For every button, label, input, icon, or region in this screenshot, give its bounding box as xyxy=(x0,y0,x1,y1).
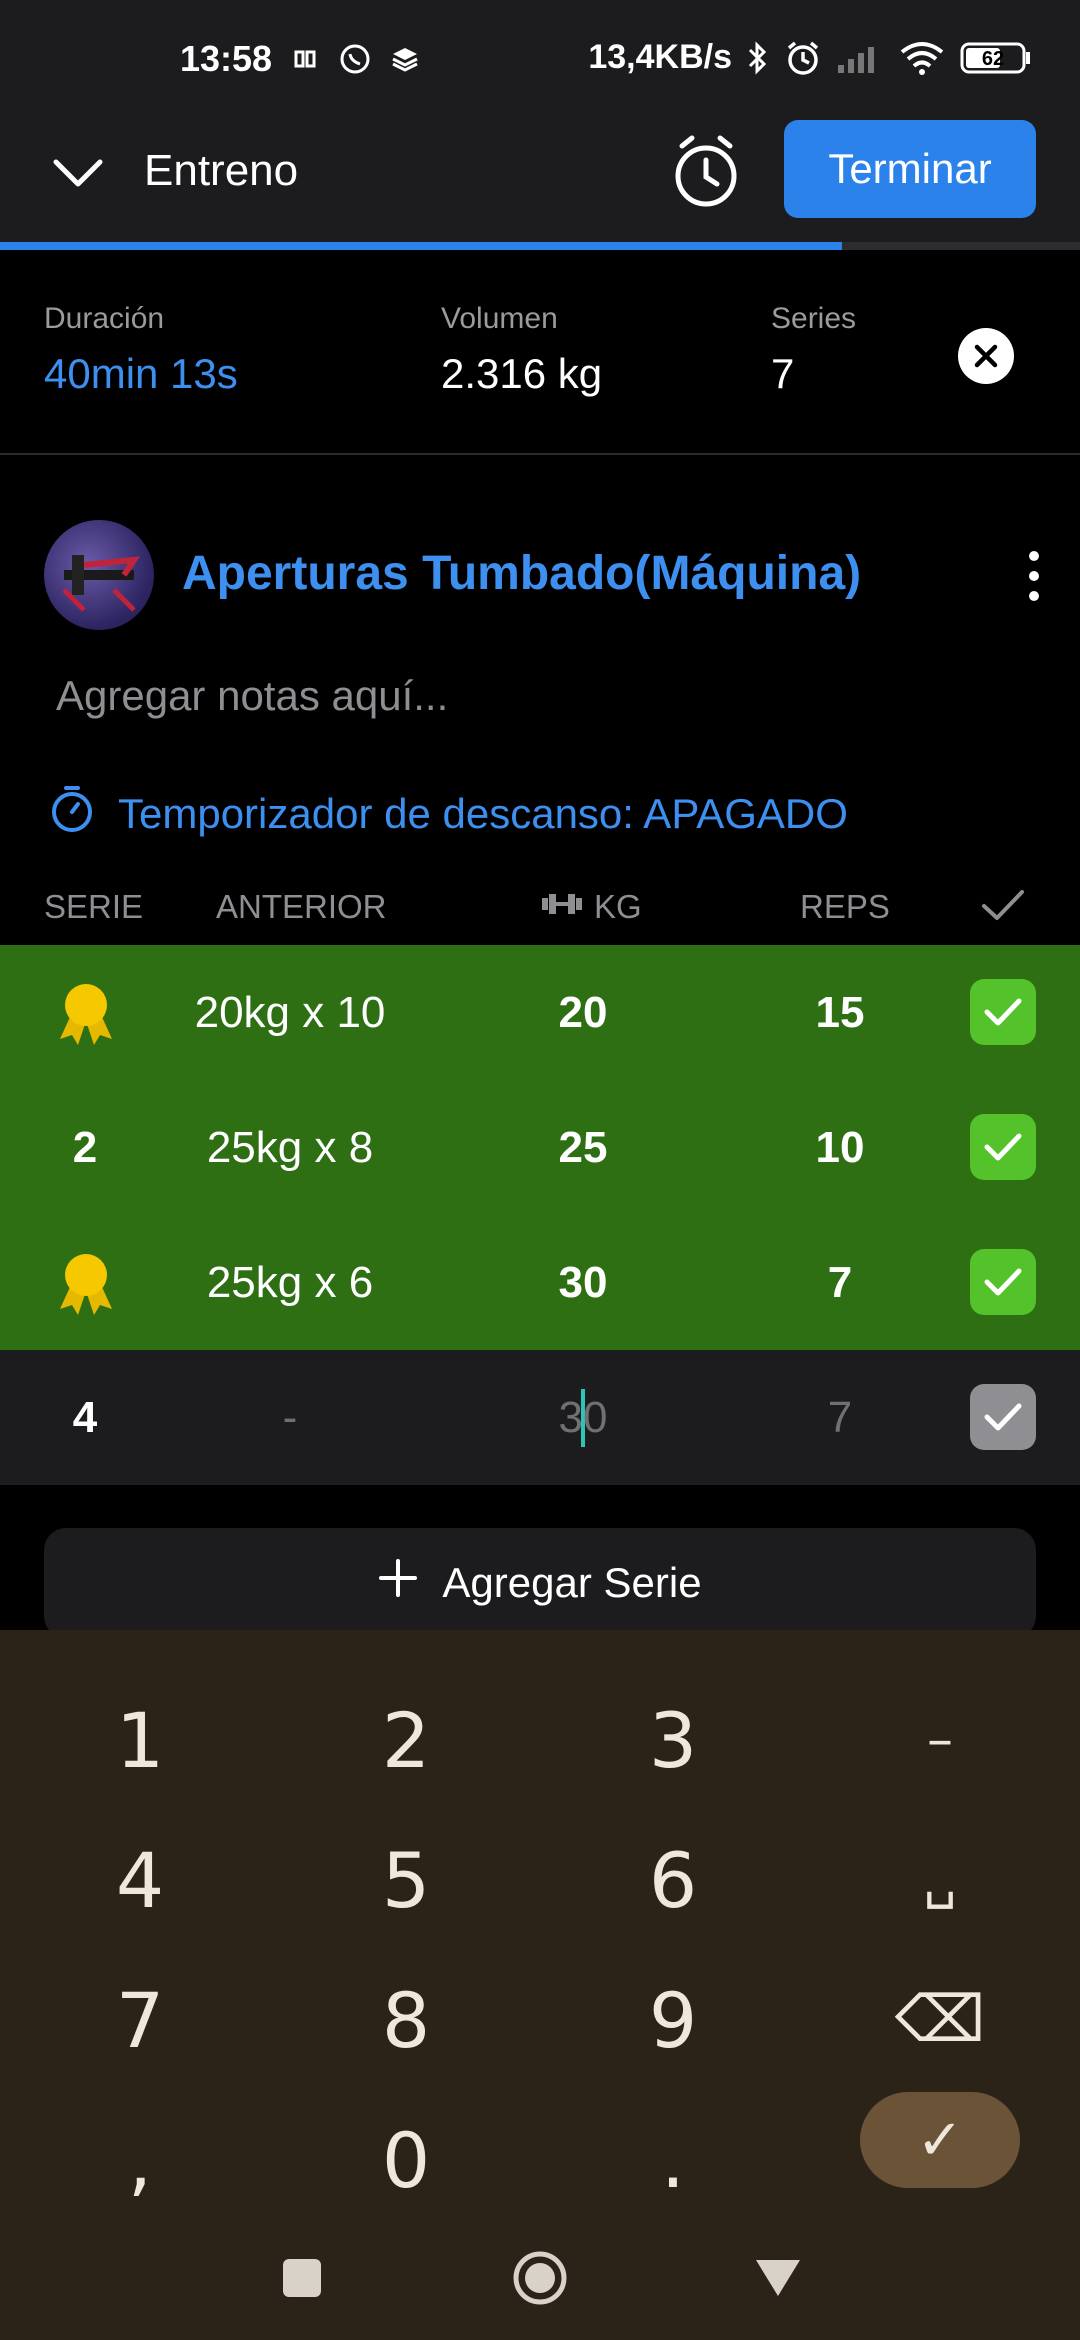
back-icon[interactable] xyxy=(748,2248,808,2308)
previous-value: 20kg x 10 xyxy=(194,987,386,1037)
finish-button[interactable]: Terminar xyxy=(784,120,1036,218)
key-9[interactable]: 9 xyxy=(573,1960,773,2080)
backspace-key[interactable]: ⌫ xyxy=(840,1960,1040,2080)
chevron-down-icon[interactable] xyxy=(48,142,108,202)
kg-input[interactable]: 30 xyxy=(483,1350,683,1485)
volume-label: Volumen xyxy=(441,302,558,335)
header-previous: ANTERIOR xyxy=(216,888,387,925)
sets-value: 7 xyxy=(771,350,795,397)
rest-timer-toggle[interactable]: Temporizador de descanso: APAGADO xyxy=(48,784,848,844)
complete-set-checkbox[interactable] xyxy=(970,1249,1036,1315)
key-minus[interactable]: – xyxy=(840,1680,1040,1800)
home-icon[interactable] xyxy=(510,2248,570,2308)
key-comma[interactable]: , xyxy=(40,2100,240,2220)
sets-stat: Series 7 xyxy=(771,302,856,398)
complete-set-checkbox[interactable] xyxy=(970,1114,1036,1180)
set-number[interactable]: 4 xyxy=(35,1350,135,1485)
network-speed: 13,4KB/s xyxy=(588,38,732,76)
whatsapp-icon xyxy=(338,42,372,76)
header-kg: KG xyxy=(540,888,642,926)
reps-input[interactable]: 7 xyxy=(740,1350,940,1485)
progress-fill xyxy=(0,242,843,250)
key-0[interactable]: 0 xyxy=(306,2100,506,2220)
header-reps: REPS xyxy=(800,888,890,925)
alarm-icon xyxy=(784,39,822,77)
set-row: 20kg x 10 20 15 xyxy=(0,945,1080,1080)
volume-stat: Volumen 2.316 kg xyxy=(441,302,602,398)
medal-icon xyxy=(54,1251,118,1317)
key-space[interactable]: ␣ xyxy=(840,1820,1040,1940)
plus-icon xyxy=(378,1558,418,1608)
dumbbell-icon xyxy=(540,888,584,926)
page-title: Entreno xyxy=(144,146,299,195)
key-1[interactable]: 1 xyxy=(40,1680,240,1800)
medal-icon xyxy=(54,981,118,1047)
kg-input[interactable]: 25 xyxy=(483,1080,683,1215)
status-time: 13:58 xyxy=(180,38,273,79)
app-bar: Entreno Terminar xyxy=(0,120,1080,245)
set-row: 2 25kg x 8 25 10 xyxy=(0,1080,1080,1215)
header-check-icon xyxy=(978,880,1028,938)
kg-input-value-a: 3 xyxy=(558,1392,583,1442)
battery-icon: 62 xyxy=(960,40,1032,76)
wifi-icon xyxy=(898,40,946,76)
exercise-name[interactable]: Aperturas Tumbado(Máquina) xyxy=(182,546,861,601)
kg-input[interactable]: 30 xyxy=(483,1215,683,1350)
key-7[interactable]: 7 xyxy=(40,1960,240,2080)
complete-set-checkbox[interactable] xyxy=(970,1384,1036,1450)
previous-value: 25kg x 8 xyxy=(206,1122,374,1172)
sets-label: Series xyxy=(771,302,857,335)
key-8[interactable]: 8 xyxy=(306,1960,506,2080)
set-row: 4 - 30 7 xyxy=(0,1350,1080,1485)
previous-value: 25kg x 6 xyxy=(206,1257,374,1307)
more-options-icon[interactable] xyxy=(1024,548,1044,604)
header-set: SERIE xyxy=(44,888,144,925)
signal-icon xyxy=(836,41,884,75)
add-set-label: Agregar Serie xyxy=(442,1559,702,1606)
set-number[interactable]: 2 xyxy=(35,1080,135,1215)
key-3[interactable]: 3 xyxy=(573,1680,773,1800)
set-row: 25kg x 6 30 7 xyxy=(0,1215,1080,1350)
duration-stat: Duración 40min 13s xyxy=(44,302,238,398)
recents-icon[interactable] xyxy=(272,2248,332,2308)
bluetooth-icon xyxy=(746,40,770,76)
system-nav-bar xyxy=(0,2210,1080,2340)
header-kg-label: KG xyxy=(594,888,642,925)
notes-input[interactable]: Agregar notas aquí... xyxy=(56,672,448,720)
workout-progress-bar xyxy=(0,242,1080,250)
key-4[interactable]: 4 xyxy=(40,1820,240,1940)
key-period[interactable]: . xyxy=(573,2100,773,2220)
exercise-header: Aperturas Tumbado(Máquina) xyxy=(44,520,1044,632)
duration-label: Duración xyxy=(44,302,165,335)
kg-input-value-b: 0 xyxy=(583,1392,608,1442)
workout-stats: Duración 40min 13s Volumen 2.316 kg Seri… xyxy=(0,250,1080,455)
status-bar: 13:58 13,4KB/s 62 xyxy=(0,0,1080,120)
volume-value: 2.316 kg xyxy=(441,350,603,397)
add-set-button[interactable]: Agregar Serie xyxy=(44,1528,1036,1638)
duration-value: 40min 13s xyxy=(44,350,238,397)
sets-table-header: SERIE ANTERIOR KG REPS xyxy=(0,880,1080,940)
previous-value: - xyxy=(282,1392,298,1442)
key-5[interactable]: 5 xyxy=(306,1820,506,1940)
timer-icon[interactable] xyxy=(670,130,742,212)
complete-set-checkbox[interactable] xyxy=(970,979,1036,1045)
battery-level: 62 xyxy=(982,48,1004,70)
reps-input[interactable]: 15 xyxy=(740,945,940,1080)
rest-timer-label: Temporizador de descanso: APAGADO xyxy=(118,790,848,837)
close-icon[interactable] xyxy=(958,328,1014,384)
layers-icon xyxy=(390,44,420,74)
reps-input[interactable]: 7 xyxy=(740,1215,940,1350)
keyboard-done-button[interactable]: ✓ xyxy=(860,2092,1020,2188)
kg-input[interactable]: 20 xyxy=(483,945,683,1080)
key-2[interactable]: 2 xyxy=(306,1680,506,1800)
link-icon xyxy=(290,44,320,74)
stopwatch-icon xyxy=(48,784,96,844)
reps-input[interactable]: 10 xyxy=(740,1080,940,1215)
key-6[interactable]: 6 xyxy=(573,1820,773,1940)
exercise-thumbnail[interactable] xyxy=(44,520,154,630)
